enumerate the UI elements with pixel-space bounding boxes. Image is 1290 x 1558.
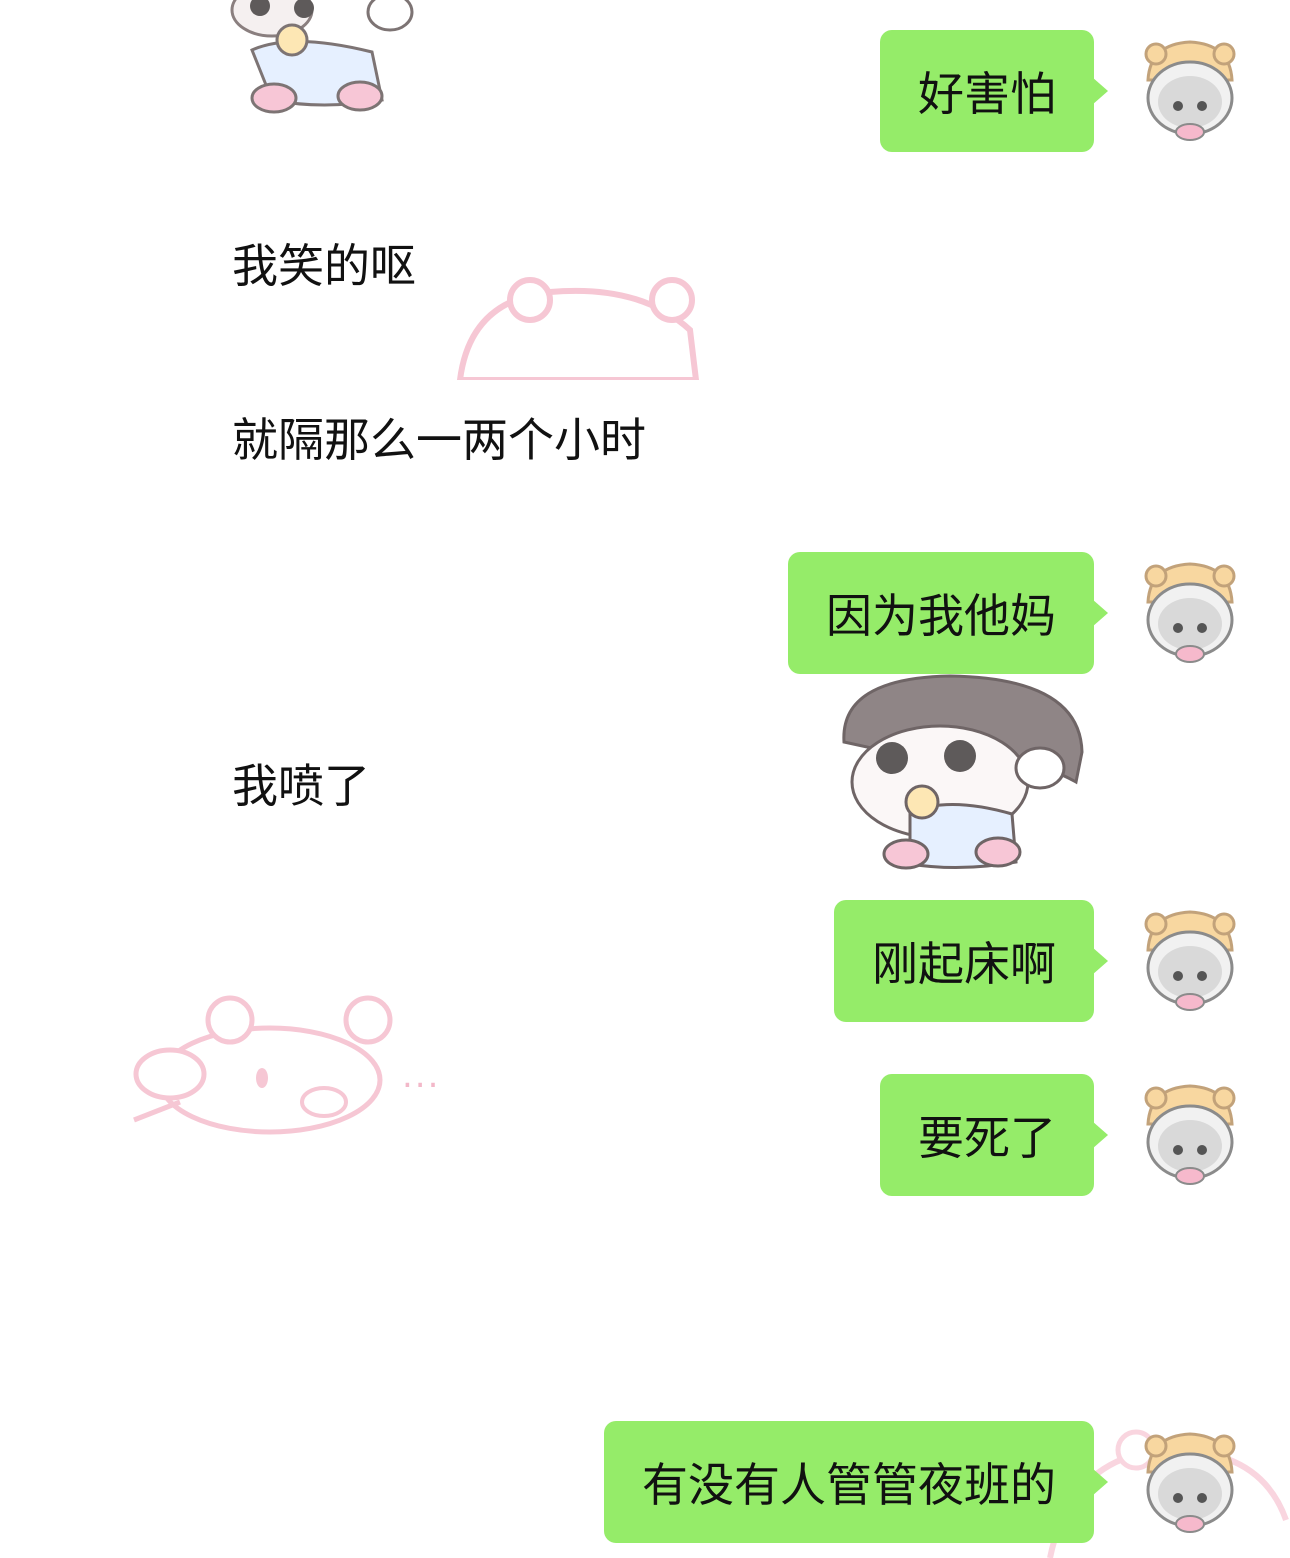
outgoing-message-bubble[interactable]: 有没有人管管夜班的 [604,1421,1108,1543]
message-text: 要死了 [918,1111,1056,1165]
chat-window: 好害怕 我笑的呕 就隔那么一两个小时 因为我他妈 我喷了 刚起床啊 ... 要死… [0,0,1290,1558]
hamster-hood-girl-avatar-icon[interactable] [1134,1428,1246,1540]
message-text: 刚起床啊 [872,937,1056,991]
message-text: 有没有人管管夜班的 [642,1458,1056,1512]
message-text: 因为我他妈 [826,589,1056,643]
outgoing-message-bubble[interactable]: 因为我他妈 [788,552,1108,674]
bubble-tail [1092,1121,1108,1149]
bubble-tail [1092,1468,1108,1496]
pink-bear-drawing [133,995,393,1135]
incoming-message-text[interactable]: 我喷了 [232,758,370,814]
hamster-hood-girl-avatar-icon[interactable] [1134,1080,1246,1192]
sticker-ellipsis: ... [402,1056,441,1096]
bubble-tail [1092,599,1108,627]
baby-boy-sticker-top[interactable] [212,0,442,120]
hamster-hood-girl-avatar-icon[interactable] [1134,36,1246,148]
bubble-tail [1092,947,1108,975]
bubble-tail [1092,77,1108,105]
incoming-message-text[interactable]: 就隔那么一两个小时 [232,412,646,468]
hamster-hood-girl-avatar-icon[interactable] [1134,558,1246,670]
incoming-message-text[interactable]: 我笑的呕 [232,238,416,294]
message-text: 好害怕 [918,67,1056,121]
outgoing-message-bubble[interactable]: 好害怕 [880,30,1108,152]
hamster-hood-girl-avatar-icon[interactable] [1134,906,1246,1018]
outgoing-message-bubble[interactable]: 刚起床啊 [834,900,1108,1022]
pink-bear-faint-sticker [456,277,700,380]
baby-boy-sticker[interactable] [830,672,1090,882]
pink-bear-lying-sticker[interactable]: ... [120,990,460,1140]
outgoing-message-bubble[interactable]: 要死了 [880,1074,1108,1196]
